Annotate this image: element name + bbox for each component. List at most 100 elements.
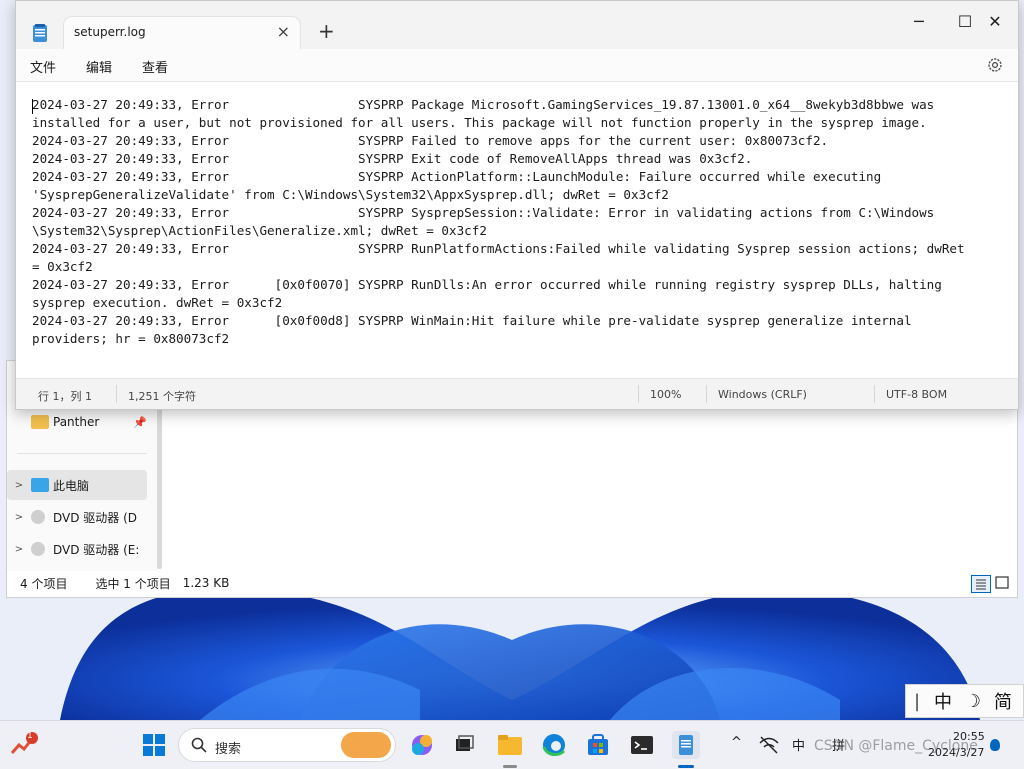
menu-file[interactable]: 文件 <box>30 57 56 76</box>
task-view-icon <box>456 735 474 751</box>
terminal-button[interactable] <box>628 731 656 759</box>
nav-item-panther[interactable]: Panther 📌 <box>7 407 147 437</box>
nav-item-label: DVD 驱动器 (E: <box>53 542 140 557</box>
nav-item-dvd-e[interactable]: > DVD 驱动器 (E: <box>7 534 147 564</box>
notepad-icon <box>679 735 693 755</box>
network-offline-icon <box>759 736 779 754</box>
taskbar: 1 搜索 ^ 中 拼 20:55 2024/3/27 CSDN @Flame_C… <box>0 720 1024 769</box>
taskbar-search-box[interactable]: 搜索 <box>178 728 396 762</box>
status-separator <box>874 385 875 403</box>
selected-size: 1.23 KB <box>182 576 230 590</box>
status-separator <box>706 385 707 403</box>
copilot-icon <box>412 735 432 755</box>
text-line: \System32\Sysprep\ActionFiles\Generalize… <box>32 223 487 238</box>
minimize-button[interactable]: ─ <box>896 9 942 35</box>
text-line: 2024-03-27 20:49:33, Error SYSPRP RunPla… <box>32 241 965 256</box>
nav-item-dvd-d[interactable]: > DVD 驱动器 (D <box>7 502 147 532</box>
pin-icon[interactable]: 📌 <box>133 416 147 429</box>
ime-toolbar: | 中 ☽ 简 <box>905 684 1024 718</box>
text-line: sysprep execution. dwRet = 0x3cf2 <box>32 295 283 310</box>
status-separator <box>638 385 639 403</box>
microsoft-store-button[interactable] <box>584 731 612 759</box>
ime-mode-toggle[interactable]: 中 <box>928 688 958 714</box>
text-line: 2024-03-27 20:49:33, Error SYSPRP Action… <box>32 169 882 184</box>
terminal-icon <box>631 736 653 754</box>
close-button[interactable]: ✕ <box>972 9 1018 35</box>
show-hidden-icons-chevron-icon[interactable]: ^ <box>731 735 742 750</box>
nav-item-label: 此电脑 <box>53 478 90 493</box>
search-icon <box>191 737 207 753</box>
nav-item-this-pc[interactable]: > 此电脑 <box>7 470 147 500</box>
chevron-right-icon[interactable]: > <box>7 480 31 491</box>
text-line: = 0x3cf2 <box>32 259 93 274</box>
text-line: 2024-03-27 20:49:33, Error SYSPRP Exit c… <box>32 151 753 166</box>
store-icon <box>588 734 608 755</box>
notepad-status-bar: 行 1，列 1 1,251 个字符 100% Windows (CRLF) UT… <box>16 378 1018 409</box>
nav-item-label: DVD 驱动器 (D <box>53 510 138 525</box>
windows-logo-icon <box>143 734 165 756</box>
encoding[interactable]: UTF-8 BOM <box>886 388 947 401</box>
network-icon[interactable] <box>758 734 780 756</box>
disc-drive-icon <box>31 510 45 524</box>
character-count: 1,251 个字符 <box>128 390 196 403</box>
selected-count: 选中 1 个项目 <box>95 576 171 591</box>
notepad-taskbar-button[interactable] <box>672 731 700 759</box>
folder-icon <box>31 415 49 429</box>
text-line: providers; hr = 0x80073cf2 <box>32 331 230 346</box>
text-line: 2024-03-27 20:49:33, Error SYSPRP Packag… <box>32 97 935 112</box>
text-line: 'SysprepGeneralizeValidate' from C:\Wind… <box>32 187 669 202</box>
notepad-window: setuperr.log × + ─ ☐ ✕ 文件 编辑 查看 2024-03-… <box>15 0 1019 410</box>
explorer-status-bar: 4 个项目 选中 1 个项目 1.23 KB <box>7 569 1017 597</box>
title-bar[interactable]: setuperr.log × + ─ ☐ ✕ <box>16 1 1018 49</box>
text-line: 2024-03-27 20:49:33, Error [0x0f0070] SY… <box>32 277 942 292</box>
edge-icon <box>542 734 566 756</box>
notepad-app-icon <box>33 24 47 42</box>
zoom-level[interactable]: 100% <box>650 388 681 401</box>
menu-view[interactable]: 查看 <box>142 57 168 76</box>
folder-icon <box>498 735 522 755</box>
task-view-button[interactable] <box>450 731 478 759</box>
details-view-icon <box>976 579 986 590</box>
copilot-preview-button[interactable] <box>408 731 436 759</box>
text-editor[interactable]: 2024-03-27 20:49:33, Error SYSPRP Packag… <box>32 96 1018 366</box>
text-caret <box>32 99 33 114</box>
cursor-position: 行 1，列 1 <box>38 390 92 403</box>
watermark-text: CSDN @Flame_Cyclone <box>814 738 978 754</box>
chevron-right-icon[interactable]: > <box>7 544 31 555</box>
new-tab-button[interactable]: + <box>318 19 335 43</box>
edge-browser-button[interactable] <box>540 731 568 759</box>
file-explorer-button[interactable] <box>496 731 524 759</box>
moon-icon[interactable]: ☽ <box>958 691 988 712</box>
ime-drag-handle[interactable]: | <box>906 691 928 712</box>
status-separator <box>116 385 117 403</box>
widgets-stock-icon[interactable]: 1 <box>10 731 38 759</box>
line-ending[interactable]: Windows (CRLF) <box>718 388 807 401</box>
text-line: installed for a user, but not provisione… <box>32 115 927 130</box>
nav-item-label: Panther <box>53 415 100 429</box>
text-line: 2024-03-27 20:49:33, Error SYSPRP Syspre… <box>32 205 935 220</box>
text-line: 2024-03-27 20:49:33, Error SYSPRP Failed… <box>32 133 829 148</box>
menu-edit[interactable]: 编辑 <box>86 57 112 76</box>
search-label: 搜索 <box>215 742 242 757</box>
nav-scrollbar[interactable] <box>157 409 162 569</box>
chevron-right-icon[interactable]: > <box>7 512 31 523</box>
text-line: 2024-03-27 20:49:33, Error [0x0f00d8] SY… <box>32 313 912 328</box>
settings-gear-icon[interactable] <box>986 56 1004 74</box>
computer-icon <box>31 478 49 492</box>
input-language-indicator[interactable]: 中 <box>792 735 805 754</box>
item-count: 4 个项目 <box>20 576 68 591</box>
search-highlight-image <box>341 732 391 758</box>
disc-drive-icon <box>31 542 45 556</box>
tab-title: setuperr.log <box>74 25 146 39</box>
nav-divider <box>17 453 147 454</box>
notification-badge: 1 <box>27 731 33 741</box>
stock-chart-icon <box>10 732 38 754</box>
ime-script-toggle[interactable]: 简 <box>988 688 1018 714</box>
notification-bell-icon[interactable] <box>990 739 1000 751</box>
tiles-view-icon <box>995 576 1009 589</box>
start-button[interactable] <box>140 731 168 759</box>
tab-setuperr-log[interactable]: setuperr.log × <box>64 17 300 49</box>
tiles-view-button[interactable] <box>993 575 1013 593</box>
details-view-button[interactable] <box>971 575 991 593</box>
tab-close-icon[interactable]: × <box>277 22 290 41</box>
